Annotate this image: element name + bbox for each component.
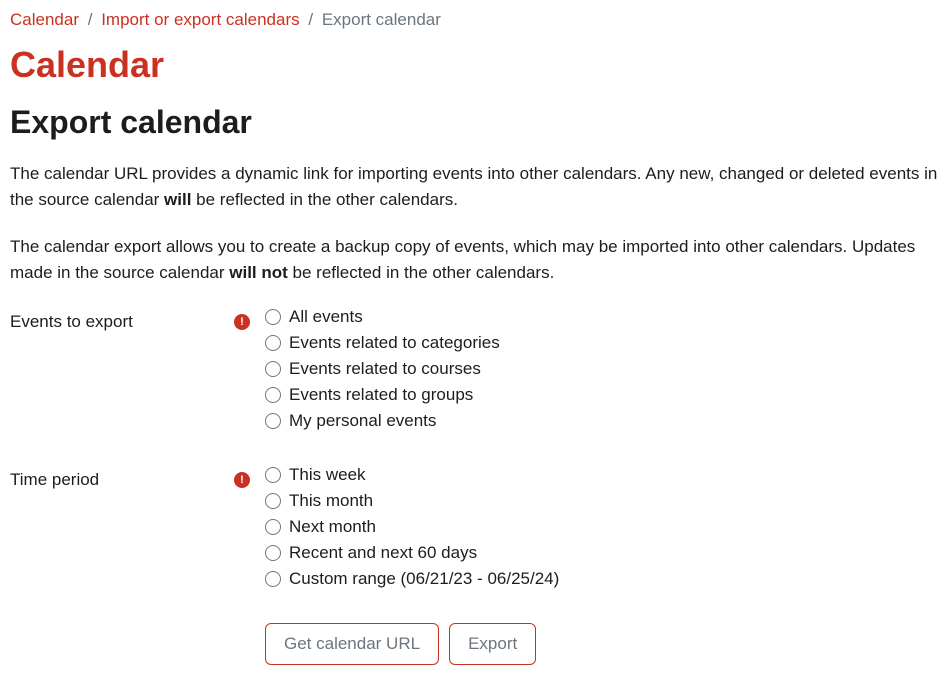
radio-label: Events related to courses [289,359,481,379]
button-row: Get calendar URL Export [265,623,941,665]
radio-input-personal[interactable] [265,413,281,429]
description-url: The calendar URL provides a dynamic link… [10,161,941,212]
radio-input-all-events[interactable] [265,309,281,325]
radio-input-60-days[interactable] [265,545,281,561]
radio-custom-range[interactable]: Custom range (06/21/23 - 06/25/24) [265,569,941,589]
time-period-row: Time period ! This week This month Next … [10,465,941,595]
events-label: Events to export [10,312,133,332]
radio-label: My personal events [289,411,436,431]
period-label-col: Time period ! [10,465,265,490]
get-calendar-url-button[interactable]: Get calendar URL [265,623,439,665]
radio-this-week[interactable]: This week [265,465,941,485]
export-button[interactable]: Export [449,623,536,665]
breadcrumb-separator: / [88,10,93,29]
events-to-export-row: Events to export ! All events Events rel… [10,307,941,437]
radio-groups[interactable]: Events related to groups [265,385,941,405]
radio-label: Events related to categories [289,333,500,353]
page-title: Calendar [10,44,941,86]
radio-courses[interactable]: Events related to courses [265,359,941,379]
required-icon: ! [234,314,250,330]
radio-60-days[interactable]: Recent and next 60 days [265,543,941,563]
radio-label: Next month [289,517,376,537]
radio-label: This week [289,465,366,485]
period-options: This week This month Next month Recent a… [265,465,941,595]
radio-all-events[interactable]: All events [265,307,941,327]
radio-label: This month [289,491,373,511]
breadcrumb-current: Export calendar [322,10,441,29]
required-icon: ! [234,472,250,488]
radio-label: Custom range (06/21/23 - 06/25/24) [289,569,559,589]
radio-personal[interactable]: My personal events [265,411,941,431]
breadcrumb-separator: / [308,10,313,29]
breadcrumb: Calendar / Import or export calendars / … [10,10,941,30]
period-label: Time period [10,470,99,490]
radio-next-month[interactable]: Next month [265,517,941,537]
events-label-col: Events to export ! [10,307,265,332]
events-options: All events Events related to categories … [265,307,941,437]
radio-input-custom-range[interactable] [265,571,281,587]
breadcrumb-calendar[interactable]: Calendar [10,10,79,29]
breadcrumb-import-export[interactable]: Import or export calendars [101,10,299,29]
radio-label: All events [289,307,363,327]
description-export: The calendar export allows you to create… [10,234,941,285]
radio-input-courses[interactable] [265,361,281,377]
radio-input-this-month[interactable] [265,493,281,509]
section-title: Export calendar [10,104,941,141]
radio-input-next-month[interactable] [265,519,281,535]
radio-input-this-week[interactable] [265,467,281,483]
radio-categories[interactable]: Events related to categories [265,333,941,353]
radio-label: Events related to groups [289,385,473,405]
radio-this-month[interactable]: This month [265,491,941,511]
radio-input-categories[interactable] [265,335,281,351]
radio-input-groups[interactable] [265,387,281,403]
radio-label: Recent and next 60 days [289,543,477,563]
